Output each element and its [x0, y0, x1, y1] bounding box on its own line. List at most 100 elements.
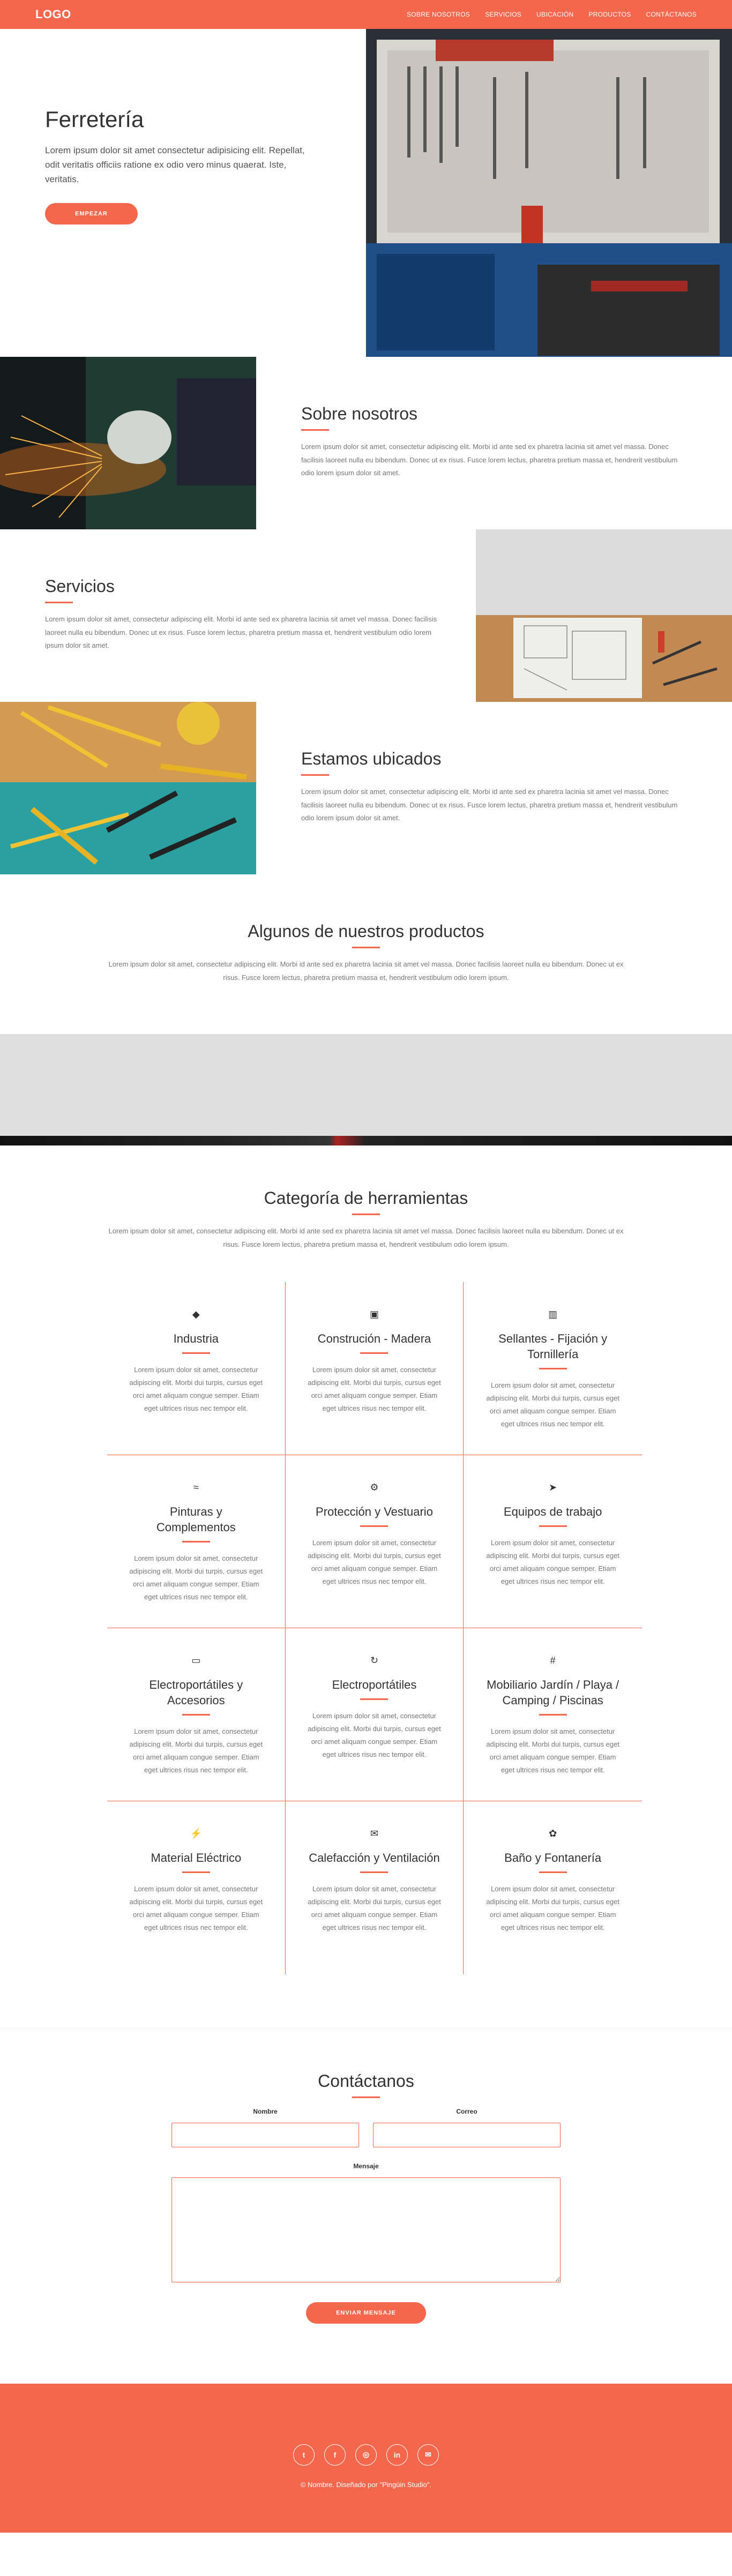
categories-section: Categoría de herramientas Lorem ipsum do…	[0, 1145, 732, 2028]
title-underline	[360, 1871, 389, 1873]
facebook-icon[interactable]: f	[324, 2444, 346, 2466]
nav-link-ubicacion[interactable]: Ubicación	[536, 11, 573, 18]
blueprint-tools-image	[476, 529, 732, 702]
title-underline	[45, 602, 73, 603]
nav-link-sobre-nosotros[interactable]: Sobre nosotros	[407, 11, 470, 18]
tools-on-table-image	[0, 702, 256, 874]
category-description: Lorem ipsum dolor sit amet, consectetur …	[129, 1365, 263, 1413]
title-underline	[182, 1713, 210, 1716]
email-field-group: Correo	[373, 2108, 561, 2148]
category-description: Lorem ipsum dolor sit amet, consectetur …	[486, 1727, 619, 1774]
bar-chart-icon: ▥	[548, 1309, 558, 1320]
send-message-button[interactable]: Enviar mensaje	[306, 2302, 426, 2324]
hero-text: Ferretería Lorem ipsum dolor sit amet co…	[0, 29, 366, 357]
category-description: Lorem ipsum dolor sit amet, consectetur …	[486, 1538, 619, 1586]
category-title: Pinturas y Complementos	[156, 1505, 236, 1534]
category-card-industria[interactable]: ◆ Industria Lorem ipsum dolor sit amet, …	[107, 1282, 286, 1456]
category-description: Lorem ipsum dolor sit amet, consectetur …	[129, 1554, 263, 1601]
category-description: Lorem ipsum dolor sit amet, consectetur …	[308, 1365, 441, 1413]
category-title: Protección y Vestuario	[316, 1505, 433, 1519]
category-title: Construción - Madera	[317, 1332, 431, 1346]
nav-link-contactanos[interactable]: Contáctanos	[646, 11, 697, 18]
title-underline	[352, 1214, 380, 1215]
title-underline	[301, 774, 329, 776]
categories-description: Lorem ipsum dolor sit amet, consectetur …	[108, 1227, 624, 1248]
name-input[interactable]	[171, 2123, 359, 2148]
contact-form-row: Nombre Correo	[171, 2108, 561, 2148]
category-description: Lorem ipsum dolor sit amet, consectetur …	[308, 1538, 441, 1586]
location-section: Estamos ubicados Lorem ipsum dolor sit a…	[0, 702, 732, 874]
navbar: LOGO Sobre nosotros Servicios Ubicación …	[0, 0, 732, 29]
hero-title: Ferretería	[45, 107, 144, 132]
empezar-button[interactable]: Empezar	[45, 203, 138, 224]
message-textarea[interactable]	[171, 2177, 561, 2283]
categories-grid: ◆ Industria Lorem ipsum dolor sit amet, …	[107, 1282, 642, 1975]
email-input[interactable]	[373, 2123, 561, 2148]
category-description: Lorem ipsum dolor sit amet, consectetur …	[129, 1884, 263, 1932]
category-card-mobiliario[interactable]: # Mobiliario Jardín / Playa / Camping / …	[464, 1628, 642, 1802]
grinder-sparks-image	[0, 357, 256, 529]
nav-link-productos[interactable]: Productos	[588, 11, 631, 18]
title-underline	[539, 1367, 567, 1369]
email-icon[interactable]: ✉	[417, 2444, 439, 2466]
title-underline	[360, 1352, 389, 1354]
services-section: Servicios Lorem ipsum dolor sit amet, co…	[0, 529, 732, 702]
category-title: Electroportátiles	[332, 1678, 417, 1692]
title-underline	[182, 1352, 210, 1354]
category-card-equipos[interactable]: ➤ Equipos de trabajo Lorem ipsum dolor s…	[464, 1455, 642, 1629]
about-description: Lorem ipsum dolor sit amet, consectetur …	[301, 443, 678, 477]
instagram-icon[interactable]: ◎	[355, 2444, 377, 2466]
envelope-icon: ✉	[370, 1828, 379, 1839]
title-underline	[352, 947, 380, 948]
twitter-icon[interactable]: t	[293, 2444, 315, 2466]
title-underline	[360, 1698, 389, 1700]
category-card-construccion[interactable]: ▣ Construción - Madera Lorem ipsum dolor…	[285, 1282, 464, 1456]
name-label: Nombre	[253, 2108, 278, 2116]
category-description: Lorem ipsum dolor sit amet, consectetur …	[486, 1381, 619, 1428]
main-nav: Sobre nosotros Servicios Ubicación Produ…	[407, 11, 697, 18]
contact-title: Contáctanos	[318, 2071, 414, 2091]
location-text: Estamos ubicados Lorem ipsum dolor sit a…	[256, 702, 732, 874]
title-underline	[539, 1525, 567, 1527]
category-card-electroportatiles-accesorios[interactable]: ▭ Electroportátiles y Accesorios Lorem i…	[107, 1628, 286, 1802]
title-underline	[360, 1525, 389, 1527]
category-description: Lorem ipsum dolor sit amet, consectetur …	[486, 1884, 619, 1932]
leaf-icon: ✿	[549, 1828, 557, 1839]
email-label: Correo	[456, 2108, 477, 2116]
category-description: Lorem ipsum dolor sit amet, consectetur …	[308, 1711, 441, 1759]
paper-plane-icon: ➤	[549, 1482, 557, 1493]
services-description: Lorem ipsum dolor sit amet, consectetur …	[45, 615, 437, 650]
logo[interactable]: LOGO	[35, 8, 71, 21]
category-title: Material Eléctrico	[151, 1851, 242, 1865]
about-text: Sobre nosotros Lorem ipsum dolor sit ame…	[256, 357, 732, 529]
category-description: Lorem ipsum dolor sit amet, consectetur …	[308, 1884, 441, 1932]
category-card-calefaccion[interactable]: ✉ Calefacción y Ventilación Lorem ipsum …	[286, 1801, 464, 1975]
category-card-pinturas[interactable]: ≈ Pinturas y Complementos Lorem ipsum do…	[107, 1455, 286, 1629]
products-title: Algunos de nuestros productos	[248, 922, 484, 941]
category-card-electroportatiles[interactable]: ↻ Electroportátiles Lorem ipsum dolor si…	[285, 1628, 464, 1802]
footer: t f ◎ in ✉ © Nombre. Diseñado por "Pingü…	[0, 2384, 732, 2533]
services-title: Servicios	[45, 576, 115, 596]
title-underline	[182, 1540, 210, 1542]
linkedin-icon[interactable]: in	[386, 2444, 408, 2466]
category-title: Electroportátiles y Accesorios	[149, 1678, 243, 1707]
send-button-wrap: Enviar mensaje	[171, 2302, 561, 2324]
category-card-proteccion[interactable]: ⚙ Protección y Vestuario Lorem ipsum dol…	[285, 1455, 464, 1629]
floppy-disk-icon: ▣	[369, 1309, 379, 1320]
category-title: Calefacción y Ventilación	[309, 1851, 440, 1865]
nav-link-servicios[interactable]: Servicios	[485, 11, 521, 18]
hero-section: Ferretería Lorem ipsum dolor sit amet co…	[0, 29, 732, 357]
category-card-material-electrico[interactable]: ⚡ Material Eléctrico Lorem ipsum dolor s…	[107, 1801, 286, 1975]
title-underline	[301, 429, 329, 431]
products-section: Algunos de nuestros productos Lorem ipsu…	[0, 874, 732, 1034]
category-card-sellantes[interactable]: ▥ Sellantes - Fijación y Tornillería Lor…	[464, 1282, 642, 1456]
title-underline	[539, 1713, 567, 1716]
categories-title: Categoría de herramientas	[264, 1188, 468, 1208]
location-title: Estamos ubicados	[301, 749, 442, 768]
products-description: Lorem ipsum dolor sit amet, consectetur …	[108, 960, 624, 982]
message-field-group: Mensaje	[171, 2162, 561, 2284]
hashtag-icon: #	[550, 1655, 556, 1666]
title-underline	[539, 1871, 567, 1873]
category-description: Lorem ipsum dolor sit amet, consectetur …	[129, 1727, 263, 1774]
category-card-bano[interactable]: ✿ Baño y Fontanería Lorem ipsum dolor si…	[464, 1801, 642, 1974]
